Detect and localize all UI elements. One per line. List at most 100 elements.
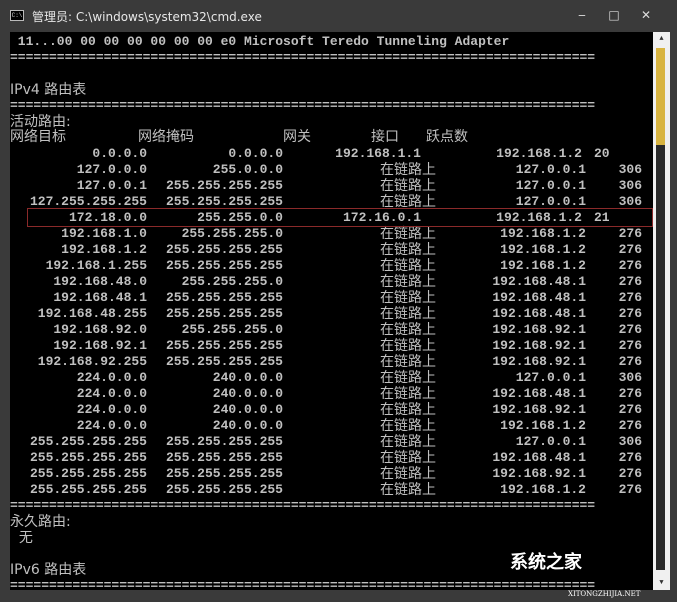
route-metric: 276 xyxy=(618,258,642,273)
route-interface: 192.168.1.2 xyxy=(496,146,582,161)
route-interface: 192.168.92.1 xyxy=(492,322,586,337)
route-gateway: 在链路上 xyxy=(380,418,436,434)
header-gateway: 网关 xyxy=(283,129,311,145)
route-gateway: 在链路上 xyxy=(380,258,436,274)
route-interface: 192.168.48.1 xyxy=(492,306,586,321)
route-destination: 192.168.48.255 xyxy=(37,306,147,321)
route-interface: 192.168.92.1 xyxy=(492,354,586,369)
vertical-scrollbar[interactable]: ▲ ▼ xyxy=(653,32,670,590)
route-interface: 192.168.92.1 xyxy=(492,402,586,417)
route-destination: 127.0.0.1 xyxy=(76,178,147,193)
highlight-box xyxy=(27,208,653,227)
route-gateway: 在链路上 xyxy=(380,274,436,290)
route-gateway: 在链路上 xyxy=(380,242,436,258)
route-interface: 127.0.0.1 xyxy=(515,162,586,177)
route-gateway: 在链路上 xyxy=(380,466,436,482)
route-metric: 306 xyxy=(618,162,642,177)
route-destination: 192.168.48.1 xyxy=(53,290,147,305)
route-gateway: 在链路上 xyxy=(380,370,436,386)
route-metric: 276 xyxy=(618,354,642,369)
header-dest: 网络目标 xyxy=(10,129,66,145)
separator: ========================================… xyxy=(10,50,596,65)
route-gateway: 在链路上 xyxy=(380,354,436,370)
route-metric: 20 xyxy=(594,146,610,161)
header-mask: 网络掩码 xyxy=(138,129,194,145)
scroll-thumb[interactable] xyxy=(656,48,665,145)
route-netmask: 255.255.255.255 xyxy=(165,450,283,465)
route-interface: 192.168.48.1 xyxy=(492,274,586,289)
persistent-routes-label: 永久路由: xyxy=(10,514,71,530)
separator: ========================================… xyxy=(10,98,596,113)
header-interface: 接口 xyxy=(371,129,399,145)
route-netmask: 240.0.0.0 xyxy=(212,386,283,401)
route-destination: 192.168.1.0 xyxy=(61,226,147,241)
title-bar: C:\ 管理员: C:\windows\system32\cmd.exe ‒ □… xyxy=(0,0,677,31)
scroll-track[interactable] xyxy=(656,145,665,570)
route-destination: 255.255.255.255 xyxy=(29,466,147,481)
route-destination: 192.168.92.0 xyxy=(53,322,147,337)
route-destination: 192.168.1.255 xyxy=(45,258,147,273)
scroll-down-icon[interactable]: ▼ xyxy=(653,576,670,590)
route-interface: 127.0.0.1 xyxy=(515,370,586,385)
route-destination: 0.0.0.0 xyxy=(92,146,147,161)
ipv4-title: IPv4 路由表 xyxy=(10,82,87,98)
route-destination: 192.168.92.255 xyxy=(37,354,147,369)
route-destination: 255.255.255.255 xyxy=(29,450,147,465)
route-gateway: 在链路上 xyxy=(380,402,436,418)
route-metric: 306 xyxy=(618,370,642,385)
route-netmask: 255.255.255.255 xyxy=(165,354,283,369)
route-netmask: 255.255.255.255 xyxy=(165,242,283,257)
route-netmask: 255.255.255.255 xyxy=(165,466,283,481)
route-gateway: 在链路上 xyxy=(380,162,436,178)
route-interface: 192.168.48.1 xyxy=(492,386,586,401)
route-destination: 192.168.1.2 xyxy=(61,242,147,257)
route-metric: 276 xyxy=(618,290,642,305)
route-metric: 306 xyxy=(618,434,642,449)
route-interface: 192.168.92.1 xyxy=(492,338,586,353)
route-netmask: 255.255.255.0 xyxy=(181,226,283,241)
route-gateway: 在链路上 xyxy=(380,290,436,306)
persistent-routes-none: 无 xyxy=(10,530,33,546)
route-destination: 192.168.92.1 xyxy=(53,338,147,353)
route-metric: 276 xyxy=(618,274,642,289)
minimize-button[interactable]: ‒ xyxy=(572,6,592,24)
route-destination: 224.0.0.0 xyxy=(76,370,147,385)
route-netmask: 255.255.255.255 xyxy=(165,290,283,305)
route-interface: 192.168.1.2 xyxy=(500,258,586,273)
route-interface: 192.168.48.1 xyxy=(492,450,586,465)
route-gateway: 在链路上 xyxy=(380,450,436,466)
scroll-up-icon[interactable]: ▲ xyxy=(653,32,670,46)
watermark-url: XITONGZHIJIA.NET xyxy=(568,590,641,598)
route-metric: 276 xyxy=(618,466,642,481)
route-interface: 192.168.92.1 xyxy=(492,466,586,481)
route-netmask: 255.255.255.0 xyxy=(181,274,283,289)
route-destination: 224.0.0.0 xyxy=(76,418,147,433)
route-interface: 192.168.1.2 xyxy=(500,226,586,241)
ipv6-title: IPv6 路由表 xyxy=(10,562,87,578)
cmd-icon: C:\ xyxy=(10,10,24,21)
route-netmask: 0.0.0.0 xyxy=(228,146,283,161)
route-destination: 127.0.0.0 xyxy=(76,162,147,177)
route-metric: 276 xyxy=(618,482,642,497)
route-destination: 192.168.48.0 xyxy=(53,274,147,289)
route-gateway: 在链路上 xyxy=(380,226,436,242)
route-netmask: 255.255.255.0 xyxy=(181,322,283,337)
route-gateway: 在链路上 xyxy=(380,322,436,338)
active-routes-label: 活动路由: xyxy=(10,114,71,130)
route-destination: 224.0.0.0 xyxy=(76,386,147,401)
route-interface: 192.168.1.2 xyxy=(500,242,586,257)
route-gateway: 在链路上 xyxy=(380,306,436,322)
maximize-button[interactable]: □ xyxy=(604,6,624,24)
console-output[interactable]: 11...00 00 00 00 00 00 00 e0 Microsoft T… xyxy=(10,32,653,590)
route-metric: 276 xyxy=(618,386,642,401)
close-button[interactable]: ✕ xyxy=(636,6,656,24)
route-metric: 276 xyxy=(618,226,642,241)
route-interface: 192.168.48.1 xyxy=(492,290,586,305)
route-metric: 306 xyxy=(618,178,642,193)
adapter-line: 11...00 00 00 00 00 00 00 e0 Microsoft T… xyxy=(10,34,510,49)
route-netmask: 255.255.255.255 xyxy=(165,258,283,273)
route-metric: 276 xyxy=(618,322,642,337)
route-netmask: 255.255.255.255 xyxy=(165,178,283,193)
route-gateway: 在链路上 xyxy=(380,434,436,450)
window-title: 管理员: C:\windows\system32\cmd.exe xyxy=(32,10,262,24)
